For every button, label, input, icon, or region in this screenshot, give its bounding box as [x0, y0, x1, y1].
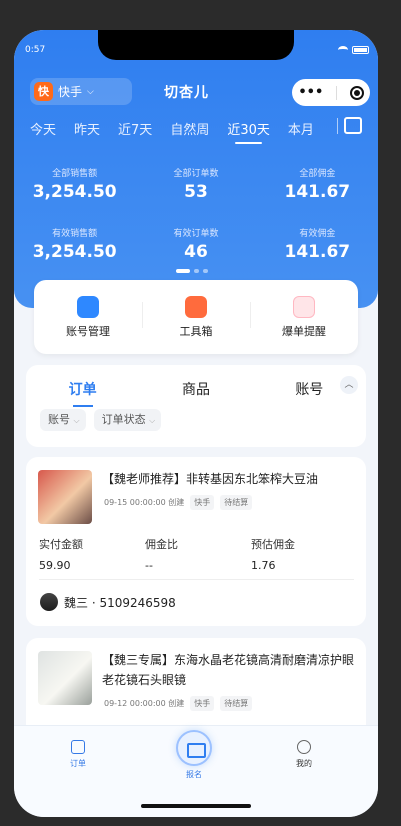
nav-profile[interactable]: 我的	[296, 740, 312, 769]
status-time: 0:57	[25, 45, 46, 55]
date-tab-week[interactable]: 自然周	[170, 119, 209, 138]
date-tab-today[interactable]: 今天	[30, 119, 56, 138]
stats-grid: 全部销售额 3,254.50 全部订单数 53 全部佣金 141.67 有效销售额 3,…	[14, 166, 378, 286]
stat-total-sales: 全部销售额 3,254.50	[32, 169, 117, 202]
order-metrics: 实付金额 59.90 佣金比 -- 预估佣金 1.76	[39, 536, 357, 572]
filter-order-status[interactable]: 订单状态 ⌵	[93, 409, 162, 431]
tool-order-alert[interactable]: 爆单提醒	[250, 295, 358, 339]
phone-screen: 0:57 快 快手 ⌵ 切杏儿 ••• 今天 昨天 近7天 自然周 近30天 本…	[14, 30, 378, 817]
stat-total-commission: 全部佣金 141.67	[284, 169, 351, 202]
filter-chips: 账号 ⌵ 订单状态 ⌵	[26, 409, 366, 431]
avatar	[40, 593, 58, 611]
account-icon	[77, 295, 99, 318]
signup-icon	[176, 730, 212, 766]
bell-icon	[293, 295, 315, 318]
stat-total-orders: 全部订单数 53	[173, 169, 219, 202]
stat-valid-orders: 有效订单数 46	[173, 229, 219, 262]
divider	[337, 118, 338, 134]
tool-shortcuts: 账号管理 工具箱 爆单提醒	[34, 280, 358, 354]
order-filter-panel: 订单 商品 账号 ︿ 账号 ⌵ 订单状态 ⌵	[26, 365, 366, 447]
status-badge: 待结算	[220, 495, 253, 510]
date-range-tabs: 今天 昨天 近7天 自然周 近30天 本月	[30, 119, 316, 144]
toolbox-icon	[185, 295, 207, 318]
tab-products[interactable]: 商品	[139, 379, 252, 399]
stat-valid-commission: 有效佣金 141.67	[284, 229, 351, 262]
order-card[interactable]: 【魏老师推荐】非转基因东北笨榨大豆油 09-15 00:00:00 创建 快手 …	[26, 457, 366, 626]
home-indicator	[141, 804, 251, 808]
date-tab-month[interactable]: 本月	[288, 119, 316, 138]
product-image	[38, 651, 92, 705]
platform-tag: 快手	[190, 696, 215, 711]
metric-commission-rate: 佣金比 --	[145, 538, 178, 572]
user-id: 魏三 · 5109246598	[64, 595, 176, 610]
product-title: 【魏老师推荐】非转基因东北笨榨大豆油	[102, 472, 319, 486]
tool-toolbox[interactable]: 工具箱	[142, 295, 250, 339]
mini-program-capsule: •••	[292, 79, 370, 106]
filter-account[interactable]: 账号 ⌵	[40, 409, 86, 431]
date-tab-30days[interactable]: 近30天	[227, 119, 270, 144]
notch	[98, 30, 294, 60]
nav-signup[interactable]: 报名	[176, 730, 212, 780]
order-meta: 09-15 00:00:00 创建 快手 待结算	[104, 495, 253, 510]
platform-selector[interactable]: 快 快手 ⌵	[30, 78, 132, 105]
profile-icon	[297, 740, 311, 754]
close-mini-program-icon[interactable]	[349, 85, 364, 100]
order-meta: 09-12 00:00:00 创建 快手 待结算	[104, 696, 253, 711]
tool-account-management[interactable]: 账号管理	[34, 295, 142, 339]
stat-valid-sales: 有效销售额 3,254.50	[32, 229, 117, 262]
order-user: 魏三 · 5109246598	[40, 593, 176, 611]
date-tab-7days[interactable]: 近7天	[118, 119, 152, 138]
platform-tag: 快手	[190, 495, 215, 510]
metric-estimated-commission: 预估佣金 1.76	[251, 538, 295, 572]
order-time: 09-15 00:00:00 创建	[104, 498, 185, 507]
product-image	[38, 470, 92, 524]
carousel-indicator	[176, 269, 208, 273]
tab-orders[interactable]: 订单	[26, 379, 139, 407]
wifi-icon	[338, 46, 348, 54]
order-time: 09-12 00:00:00 创建	[104, 699, 185, 708]
chevron-down-icon: ⌵	[87, 86, 94, 97]
more-icon[interactable]: •••	[298, 85, 323, 100]
order-icon	[71, 740, 85, 754]
chevron-up-icon[interactable]: ︿	[340, 376, 358, 394]
calendar-icon[interactable]	[344, 117, 362, 134]
divider	[39, 579, 354, 580]
brand-logo: 切杏儿	[164, 85, 209, 101]
date-tab-yesterday[interactable]: 昨天	[74, 119, 100, 138]
status-badge: 待结算	[220, 696, 253, 711]
main-tabs: 订单 商品 账号	[26, 365, 366, 409]
stats-hero: 0:57 快 快手 ⌵ 切杏儿 ••• 今天 昨天 近7天 自然周 近30天 本…	[14, 30, 378, 308]
bottom-navigation: 订单 报名 我的	[14, 725, 378, 817]
status-icons	[338, 46, 369, 54]
metric-paid-amount: 实付金额 59.90	[39, 538, 83, 572]
nav-orders[interactable]: 订单	[70, 740, 86, 769]
battery-icon	[352, 46, 369, 54]
platform-label: 快手	[58, 85, 83, 99]
kuaishou-icon: 快	[34, 82, 53, 101]
product-title: 【魏三专属】东海水晶老花镜高清耐磨清凉护眼老花镜石头眼镜	[102, 653, 355, 687]
